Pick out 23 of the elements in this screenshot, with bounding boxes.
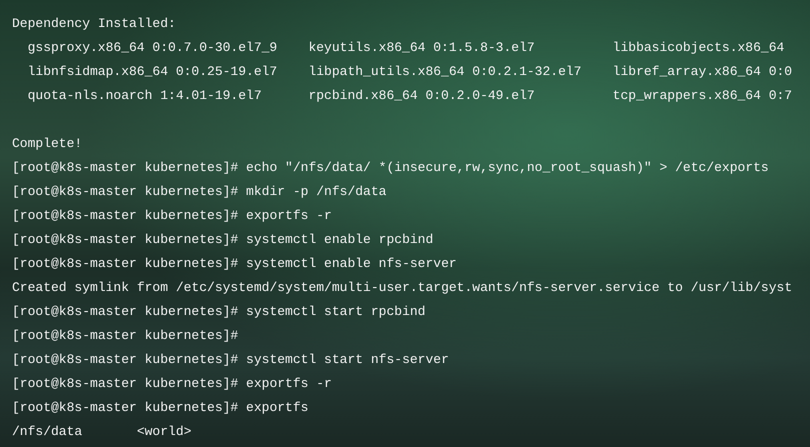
terminal-line: [root@k8s-master kubernetes]# systemctl enable rpcbind xyxy=(12,231,434,249)
package-entry: quota-nls.noarch 1:4.01-19.el7 xyxy=(28,87,262,105)
package-entry: rpcbind.x86_64 0:0.2.0-49.el7 xyxy=(308,87,535,105)
terminal-line: Created symlink from /etc/systemd/system/multi-user.target.wants/nfs-server.service to /usr/lib/syst xyxy=(12,279,792,297)
terminal-line: Dependency Installed: xyxy=(12,15,176,33)
terminal-line: [root@k8s-master kubernetes]# systemctl enable nfs-server xyxy=(12,255,457,273)
package-entry: libnfsidmap.x86_64 0:0.25-19.el7 xyxy=(28,63,278,81)
terminal-line: [root@k8s-master kubernetes]# exportfs -r xyxy=(12,207,332,225)
terminal-line: [root@k8s-master kubernetes]# systemctl start nfs-server xyxy=(12,351,449,369)
terminal-line: [root@k8s-master kubernetes]# exportfs -r xyxy=(12,375,332,393)
terminal-line: Complete! xyxy=(12,135,82,153)
package-entry: gssproxy.x86_64 0:0.7.0-30.el7_9 xyxy=(28,39,278,57)
package-entry: libpath_utils.x86_64 0:0.2.1-32.el7 xyxy=(308,63,582,81)
terminal-line: /nfs/data <world> xyxy=(12,423,192,441)
terminal-line: [root@k8s-master kubernetes]# exportfs xyxy=(12,399,308,417)
package-entry: libref_array.x86_64 0:0 xyxy=(612,63,792,81)
package-entry: libbasicobjects.x86_64 xyxy=(612,39,784,57)
terminal-line: [root@k8s-master kubernetes]# xyxy=(12,327,238,345)
package-entry: keyutils.x86_64 0:1.5.8-3.el7 xyxy=(308,39,535,57)
terminal-line: [root@k8s-master kubernetes]# systemctl start rpcbind xyxy=(12,303,426,321)
package-entry: tcp_wrappers.x86_64 0:7 xyxy=(612,87,792,105)
terminal-line: [root@k8s-master kubernetes]# mkdir -p /nfs/data xyxy=(12,183,386,201)
terminal-line: [root@k8s-master kubernetes]# echo "/nfs/data/ *(insecure,rw,sync,no_root_squash)" > /etc/exports xyxy=(12,159,769,177)
